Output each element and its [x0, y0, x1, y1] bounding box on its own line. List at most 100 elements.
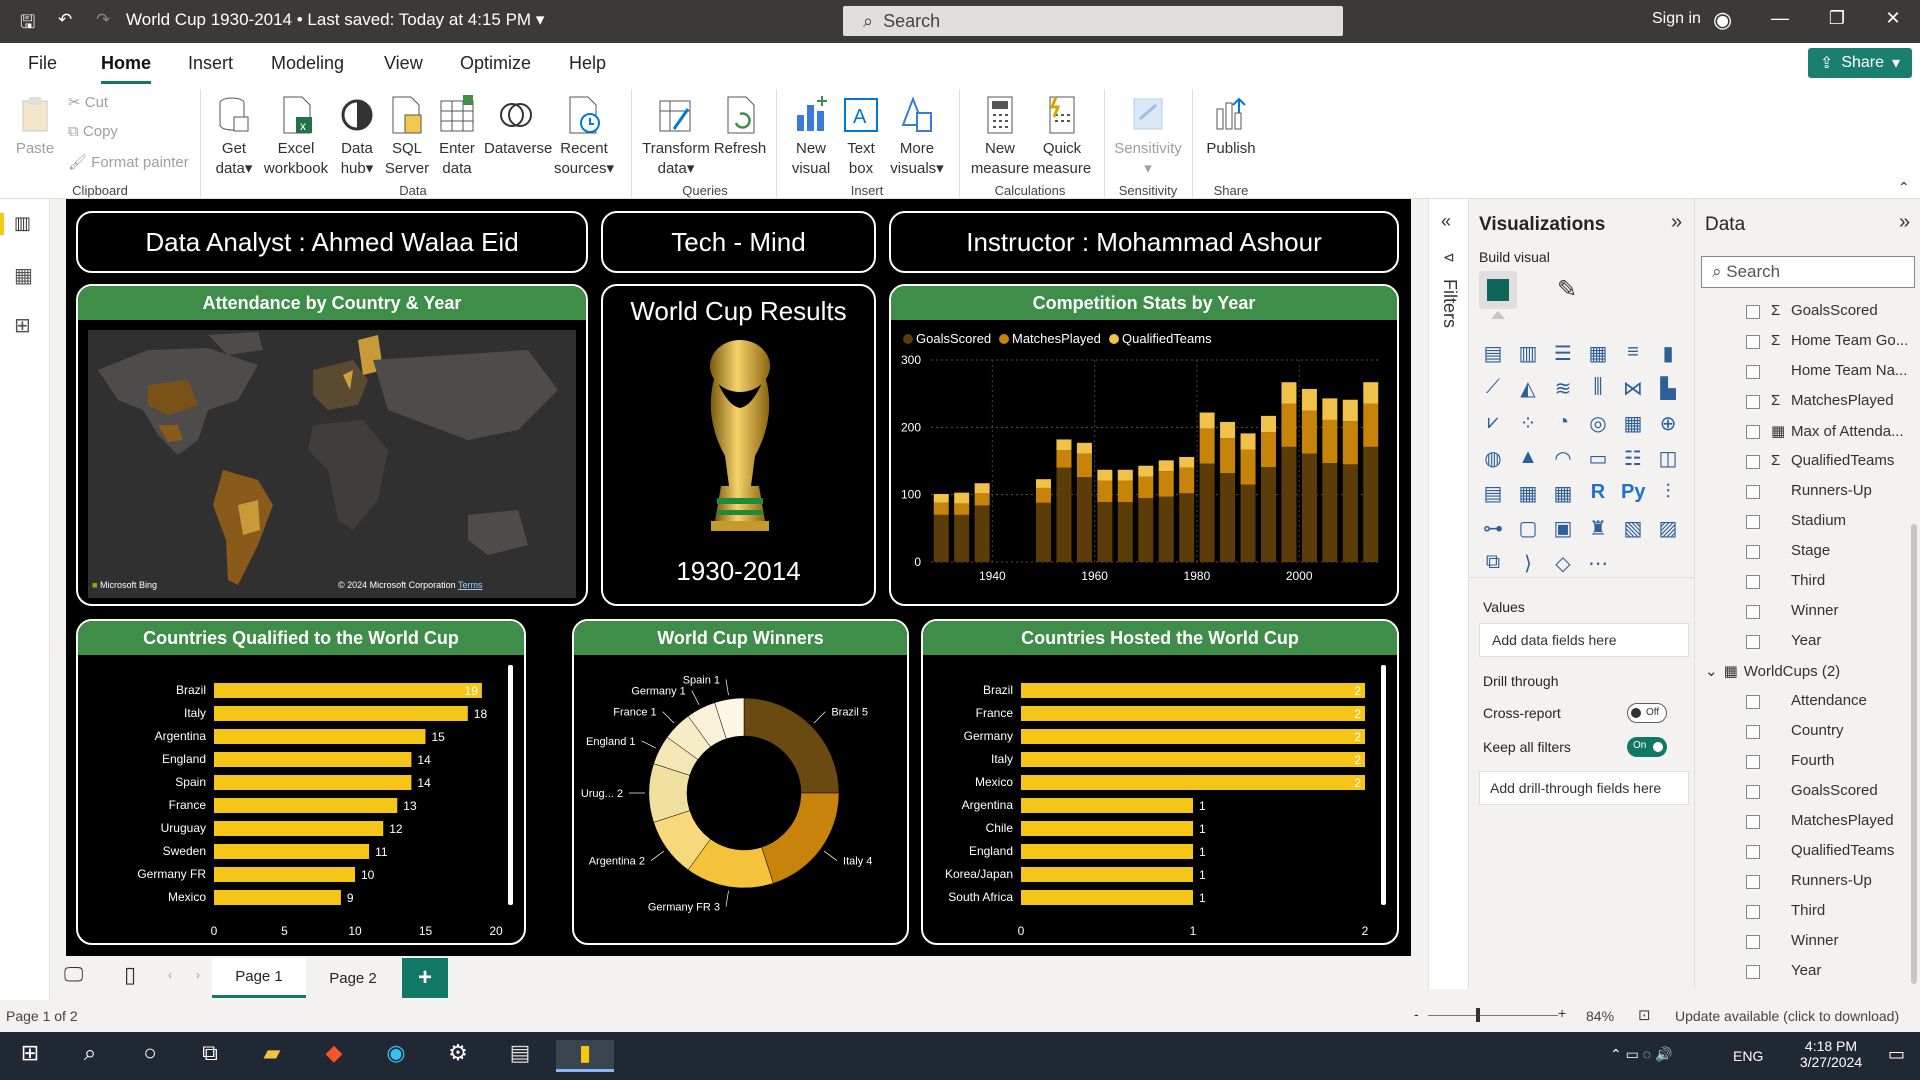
field-checkbox[interactable]: [1746, 335, 1760, 349]
mobile-layout-icon[interactable]: ▯: [124, 962, 136, 988]
build-visual-tab[interactable]: [1479, 271, 1517, 309]
scorecard-icon[interactable]: ▧: [1621, 516, 1645, 540]
field-item[interactable]: Year: [1771, 962, 1821, 979]
zoom-in-button[interactable]: +: [1558, 1005, 1566, 1021]
language-indicator[interactable]: ENG: [1733, 1048, 1763, 1064]
model-view-icon[interactable]: ⊞: [14, 313, 31, 338]
minimize-button[interactable]: —: [1765, 8, 1795, 34]
stats-panel[interactable]: Competition Stats by Year GoalsScored Mat…: [889, 284, 1399, 606]
field-checkbox[interactable]: [1746, 425, 1760, 439]
file-explorer-icon[interactable]: ▰: [252, 1040, 292, 1072]
qa-icon[interactable]: ▢: [1516, 516, 1540, 540]
sensitivity-button[interactable]: Sensitivity ▾: [1112, 89, 1184, 179]
prev-page-icon[interactable]: ‹: [168, 968, 172, 982]
hosted-chart[interactable]: Brazil 2 France 2 Germany 2 Italy 2 Mexico 2 Argen…: [923, 655, 1397, 945]
field-item[interactable]: Third: [1771, 572, 1825, 589]
values-drop-zone[interactable]: Add data fields here: [1479, 623, 1689, 657]
stats-chart[interactable]: GoalsScored MatchesPlayed QualifiedTeams 0 1…: [891, 320, 1397, 604]
hosted-panel[interactable]: Countries Hosted the World Cup Brazil 2 Fr…: [921, 619, 1399, 945]
dataverse-button[interactable]: Dataverse: [484, 89, 552, 159]
terms-link[interactable]: Terms: [458, 580, 483, 590]
field-item[interactable]: Stage: [1771, 542, 1830, 559]
r-visual-icon[interactable]: R: [1586, 481, 1610, 505]
task-view-icon[interactable]: ⧉: [190, 1040, 230, 1072]
kpi-icon[interactable]: ◫: [1656, 446, 1680, 470]
format-painter-button[interactable]: 🖌 Format painter: [68, 153, 189, 171]
waterfall-icon[interactable]: ▙: [1656, 376, 1680, 400]
field-item[interactable]: Year: [1771, 632, 1821, 649]
gauge-icon[interactable]: ◠: [1551, 446, 1575, 470]
next-page-icon[interactable]: ›: [196, 968, 200, 982]
stacked-column-icon[interactable]: ▥: [1516, 341, 1540, 365]
winners-chart[interactable]: Brazil 5 Italy 4 Germany FR 3 Argentina 2 Ur…: [574, 655, 907, 945]
stacked-area-icon[interactable]: ≋: [1551, 376, 1575, 400]
stacked-bar-icon[interactable]: ▤: [1481, 341, 1505, 365]
tab-optimize[interactable]: Optimize: [460, 53, 531, 74]
undo-icon[interactable]: ↶: [58, 10, 72, 30]
field-checkbox[interactable]: [1746, 635, 1760, 649]
field-checkbox[interactable]: [1746, 545, 1760, 559]
windows-start-icon[interactable]: ⊞: [10, 1040, 50, 1072]
tab-page-2[interactable]: Page 2: [306, 958, 400, 998]
cut-button[interactable]: ✂ Cut: [68, 93, 108, 111]
paste-button[interactable]: Paste: [10, 89, 60, 159]
maximize-button[interactable]: ❐: [1822, 8, 1852, 34]
treemap-icon[interactable]: ▦: [1621, 411, 1645, 435]
qualified-panel[interactable]: Countries Qualified to the World Cup Bra…: [76, 619, 526, 945]
python-visual-icon[interactable]: Py: [1621, 481, 1645, 505]
scrollbar[interactable]: [1911, 524, 1917, 984]
field-checkbox[interactable]: [1746, 845, 1760, 859]
desktop-layout-icon[interactable]: 🖵: [64, 964, 83, 987]
clock[interactable]: 4:18 PM 3/27/2024: [1786, 1038, 1876, 1070]
field-item[interactable]: Fourth: [1771, 752, 1834, 769]
collapse-ribbon-icon[interactable]: ⌃: [1898, 179, 1910, 196]
paginated-icon[interactable]: ♜: [1586, 516, 1610, 540]
field-item[interactable]: Home Team Na...: [1771, 362, 1907, 379]
field-checkbox[interactable]: [1746, 725, 1760, 739]
field-checkbox[interactable]: [1746, 695, 1760, 709]
field-checkbox[interactable]: [1746, 395, 1760, 409]
clustered-bar-icon[interactable]: ☰: [1551, 341, 1575, 365]
search-input[interactable]: ⌕ Search: [843, 6, 1343, 36]
get-data-button[interactable]: Get data▾: [208, 89, 260, 179]
zoom-slider[interactable]: [1428, 1015, 1558, 1016]
report-view-icon[interactable]: ▥: [14, 213, 31, 234]
line-icon[interactable]: ⟋: [1481, 376, 1505, 400]
text-box-button[interactable]: A Text box: [838, 89, 884, 179]
field-item[interactable]: MatchesPlayed: [1771, 812, 1894, 829]
field-item[interactable]: Runners-Up: [1771, 482, 1872, 499]
format-visual-icon[interactable]: ✎: [1557, 275, 1577, 304]
field-item[interactable]: Σ Home Team Go...: [1771, 332, 1908, 349]
field-item[interactable]: ▦ Max of Attenda...: [1771, 422, 1904, 441]
new-visual-button[interactable]: New visual: [786, 89, 836, 179]
field-item[interactable]: Σ QualifiedTeams: [1771, 452, 1894, 469]
table-view-icon[interactable]: ▦: [14, 263, 33, 288]
field-item[interactable]: Winner: [1771, 932, 1839, 949]
field-checkbox[interactable]: [1746, 605, 1760, 619]
field-item[interactable]: Winner: [1771, 602, 1839, 619]
copy-button[interactable]: ⧉ Copy: [68, 123, 118, 140]
transform-data-button[interactable]: Transform data▾: [640, 89, 712, 179]
more-visuals-button[interactable]: More visuals▾: [886, 89, 948, 179]
100-column-icon[interactable]: ▮: [1656, 341, 1680, 365]
metrics-icon[interactable]: ▨: [1656, 516, 1680, 540]
table-icon[interactable]: ▦: [1516, 481, 1540, 505]
donut-icon[interactable]: ◎: [1586, 411, 1610, 435]
field-checkbox[interactable]: [1746, 515, 1760, 529]
field-checkbox[interactable]: [1746, 875, 1760, 889]
redo-icon[interactable]: ↷: [96, 10, 110, 30]
pie-icon[interactable]: ◔: [1551, 411, 1575, 435]
azure-map-icon[interactable]: ▲: [1516, 446, 1540, 470]
filters-strip[interactable]: « ⊲ Filters: [1428, 199, 1468, 989]
drill-through-drop-zone[interactable]: Add drill-through fields here: [1479, 771, 1689, 805]
multi-row-card-icon[interactable]: ☷: [1621, 446, 1645, 470]
field-checkbox[interactable]: [1746, 305, 1760, 319]
tray-icons[interactable]: ⌃ ▭ ◌ 🔊: [1610, 1046, 1672, 1063]
decomposition-tree-icon[interactable]: ⊶: [1481, 516, 1505, 540]
field-checkbox[interactable]: [1746, 485, 1760, 499]
slicer-icon[interactable]: ▤: [1481, 481, 1505, 505]
field-item[interactable]: Σ MatchesPlayed: [1771, 392, 1894, 409]
zoom-slider-thumb[interactable]: [1476, 1008, 1480, 1022]
new-measure-button[interactable]: New measure: [970, 89, 1030, 179]
update-notice[interactable]: Update available (click to download): [1675, 1008, 1899, 1024]
